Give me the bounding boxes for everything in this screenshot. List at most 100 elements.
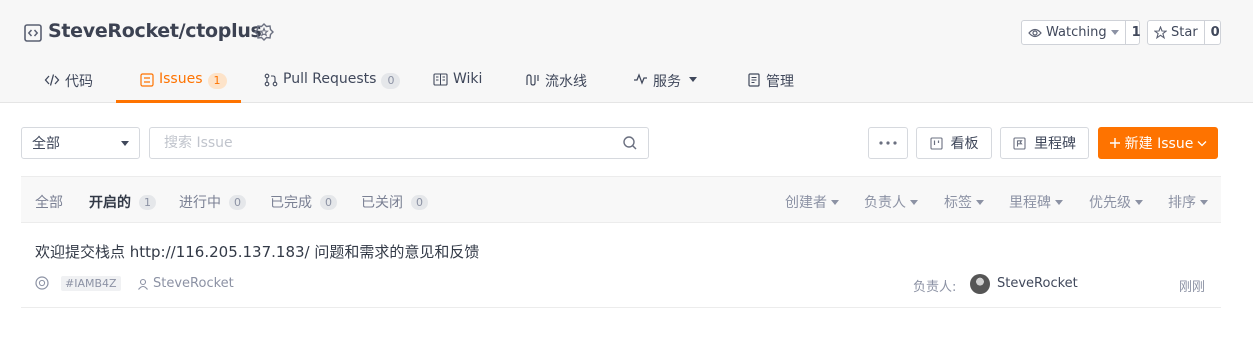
chevron-down-icon [1197, 140, 1207, 146]
filter-milestone-label: 里程碑 [1009, 195, 1051, 211]
assignee-label: 负责人: [913, 280, 957, 295]
state-progressing[interactable]: 进行中 0 [179, 192, 246, 212]
filter-assignee[interactable]: 负责人 [864, 192, 918, 212]
milestone-button[interactable]: 里程碑 [1000, 127, 1089, 159]
issues-icon [140, 73, 154, 87]
new-issue-button[interactable]: 新建 Issue [1098, 127, 1218, 159]
pull-request-icon [264, 73, 278, 87]
filter-assignee-label: 负责人 [864, 195, 906, 211]
filter-author[interactable]: 创建者 [785, 192, 839, 212]
state-done-count: 0 [320, 194, 337, 210]
watch-label: Watching [1046, 25, 1107, 40]
state-progressing-count: 0 [229, 194, 246, 210]
filter-label-label: 标签 [944, 195, 972, 211]
filter-priority-label: 优先级 [1089, 195, 1131, 211]
award-badge-icon[interactable] [254, 22, 274, 44]
state-open[interactable]: 开启的 1 [89, 192, 156, 212]
filter-sort-label: 排序 [1168, 195, 1196, 211]
tab-pull-requests[interactable]: Pull Requests 0 [264, 62, 401, 103]
tab-issues-label: Issues [159, 71, 203, 87]
manage-icon [748, 73, 760, 87]
milestone-icon [1013, 136, 1026, 150]
star-label: Star [1171, 25, 1198, 40]
wiki-icon [433, 73, 448, 86]
filter-milestone-dropdown-icon [1055, 199, 1063, 205]
issue-author-name: SteveRocket [153, 276, 234, 291]
search-icon[interactable] [622, 135, 638, 151]
tab-code[interactable]: 代码 [44, 62, 93, 103]
state-closed-label: 已关闭 [361, 195, 403, 211]
code-icon [44, 74, 60, 86]
state-all-label: 全部 [35, 195, 63, 211]
state-open-count: 1 [139, 194, 156, 210]
tab-wiki[interactable]: Wiki [433, 62, 482, 103]
tab-pull-requests-label: Pull Requests [283, 71, 377, 87]
scope-dropdown-icon [121, 140, 129, 146]
issue-title[interactable]: 欢迎提交栈点 http://116.205.137.183/ 问题和需求的意见和… [35, 241, 479, 262]
star-button[interactable]: Star [1148, 21, 1205, 44]
new-issue-label: 新建 Issue [1124, 136, 1194, 152]
issue-time: 刚刚 [1179, 280, 1206, 295]
tab-service-label: 服务 [653, 74, 681, 90]
state-closed[interactable]: 已关闭 0 [361, 192, 428, 212]
filter-priority[interactable]: 优先级 [1089, 192, 1143, 212]
tab-pipeline[interactable]: 流水线 [525, 62, 587, 103]
repo-tabs: 代码 Issues 1 Pull Requests 0 Wiki 流水线 服务 … [0, 62, 900, 103]
eye-icon [1028, 28, 1042, 37]
filter-label[interactable]: 标签 [944, 192, 984, 212]
tab-wiki-label: Wiki [453, 71, 483, 87]
filter-priority-dropdown-icon [1135, 199, 1143, 205]
more-dots-icon [879, 141, 897, 145]
state-closed-count: 0 [411, 194, 428, 210]
filter-author-dropdown-icon [831, 199, 839, 205]
tab-manage[interactable]: 管理 [748, 62, 794, 103]
service-icon [634, 73, 647, 85]
watch-button-group: Watching 1 [1021, 20, 1141, 45]
state-done[interactable]: 已完成 0 [270, 192, 337, 212]
filter-assignee-dropdown-icon [910, 199, 918, 205]
issue-id[interactable]: #IAMB4Z [61, 276, 121, 291]
repo-title[interactable]: SteveRocket/ctoplus [48, 20, 262, 42]
state-open-label: 开启的 [89, 195, 131, 211]
tab-pipeline-label: 流水线 [545, 74, 587, 90]
filter-label-dropdown-icon [976, 199, 984, 205]
tab-service[interactable]: 服务 [633, 62, 697, 103]
filter-author-label: 创建者 [785, 195, 827, 211]
issue-author[interactable]: SteveRocket [137, 276, 234, 291]
assignee-name[interactable]: SteveRocket [997, 276, 1078, 291]
filter-milestone[interactable]: 里程碑 [1009, 192, 1063, 212]
star-button-group: Star 0 [1147, 20, 1221, 45]
repo-header: SteveRocket/ctoplus Watching 1 Star 0 代码… [0, 0, 1253, 103]
filter-sort[interactable]: 排序 [1168, 192, 1208, 212]
watch-dropdown-icon [1110, 30, 1119, 35]
star-icon [1154, 26, 1167, 39]
watch-button[interactable]: Watching [1022, 21, 1126, 44]
tab-pull-requests-count: 0 [381, 73, 401, 89]
search-box [149, 127, 649, 159]
star-count[interactable]: 0 [1205, 21, 1226, 44]
repo-code-icon [24, 24, 42, 42]
tab-issues-count: 1 [207, 73, 227, 89]
issue-row: 欢迎提交栈点 http://116.205.137.183/ 问题和需求的意见和… [21, 224, 1221, 308]
tab-issues[interactable]: Issues 1 [116, 62, 241, 103]
tab-manage-label: 管理 [766, 74, 794, 90]
state-all[interactable]: 全部 [35, 192, 63, 212]
service-dropdown-icon [689, 77, 697, 82]
scope-select[interactable]: 全部 [21, 127, 140, 159]
state-done-label: 已完成 [270, 195, 312, 211]
more-button[interactable] [868, 127, 908, 159]
board-label: 看板 [950, 136, 979, 152]
watch-count[interactable]: 1 [1126, 21, 1147, 44]
pipeline-icon [526, 74, 539, 86]
tab-code-label: 代码 [65, 74, 93, 90]
plus-icon [1109, 138, 1120, 148]
search-input[interactable] [150, 128, 610, 158]
issue-filter-bar: 全部 开启的 1 进行中 0 已完成 0 已关闭 0 创建者 负责人 标签 里程… [21, 176, 1221, 223]
board-icon [929, 136, 943, 150]
board-button[interactable]: 看板 [916, 127, 992, 159]
user-icon [138, 278, 148, 290]
scope-select-value: 全部 [32, 136, 60, 152]
issue-open-status-icon [35, 276, 49, 290]
milestone-label: 里程碑 [1034, 136, 1076, 152]
avatar[interactable] [970, 274, 990, 294]
